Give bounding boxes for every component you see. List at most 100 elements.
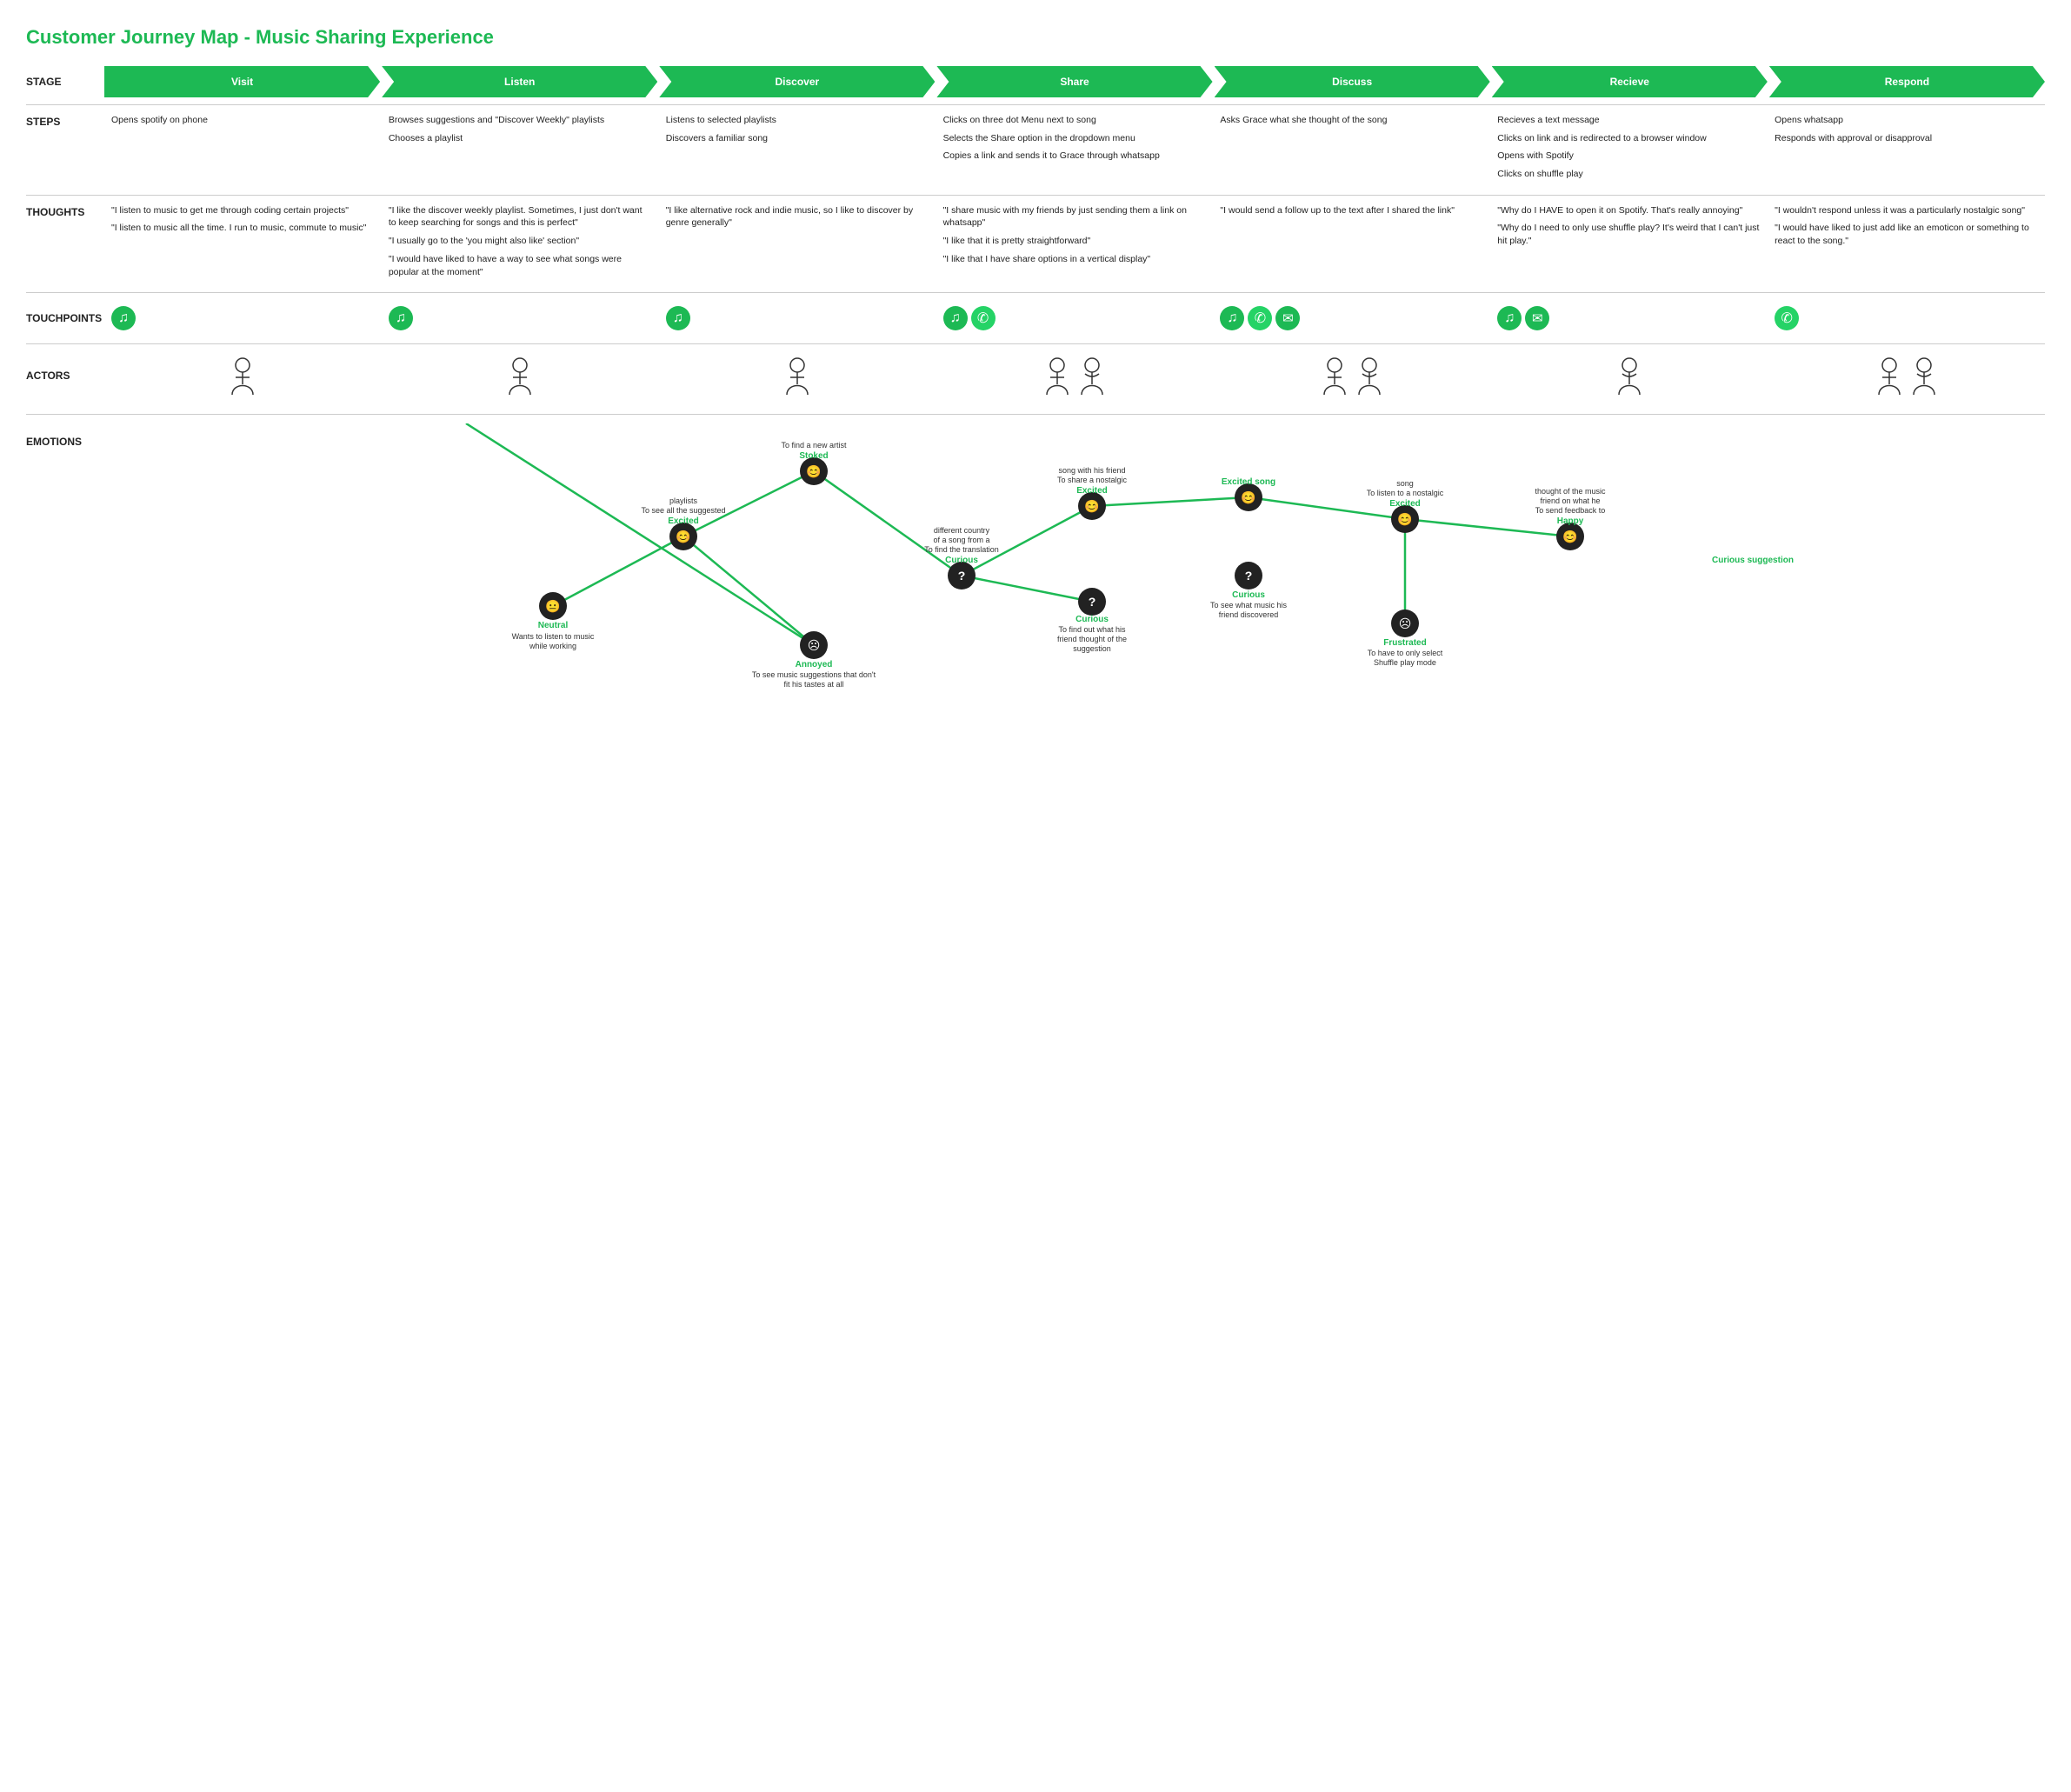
- steps-col-1: Opens spotify on phone: [104, 105, 382, 195]
- svg-text:To see what music his: To see what music his: [1210, 601, 1288, 610]
- svg-text:To send feedback to: To send feedback to: [1535, 506, 1606, 515]
- male-person-icon: [504, 356, 536, 395]
- male-person-icon: [227, 356, 258, 395]
- touchpoints-col-7: ✆: [1768, 303, 2045, 334]
- male-person-icon: [1042, 356, 1073, 395]
- svg-text:To have to only select: To have to only select: [1368, 649, 1443, 657]
- svg-text:song: song: [1396, 479, 1414, 488]
- female-person-icon: [1354, 356, 1385, 395]
- arrows-container: Visit Listen Discover Share Discuss Reci…: [104, 66, 2045, 97]
- whatsapp-icon: ✆: [971, 306, 996, 330]
- male-person-icon: [782, 356, 813, 395]
- svg-text:Happy: Happy: [1557, 516, 1584, 526]
- spotify-icon: ♫: [943, 306, 968, 330]
- spotify-icon: ♫: [389, 306, 413, 330]
- touchpoints-section: TOUCHPOINTS ♫ ♫ ♫ ♫ ✆ ♫ ✆ ✉ ♫ ✉ ✆: [26, 292, 2045, 343]
- svg-text:Excited: Excited: [668, 516, 699, 526]
- emotions-line-chart: 😐 😊 😊 ☹ ? 😊 ?: [104, 423, 2045, 702]
- svg-text:😊: 😊: [1241, 490, 1255, 504]
- actors-col-1: [104, 353, 382, 398]
- svg-text:😐: 😐: [545, 599, 560, 613]
- steps-col-5: Asks Grace what she thought of the song: [1213, 105, 1490, 195]
- svg-text:☹: ☹: [808, 638, 821, 652]
- svg-text:thought of the music: thought of the music: [1535, 487, 1606, 496]
- svg-text:of a song from a: of a song from a: [933, 536, 989, 544]
- imessage-icon: ✉: [1525, 306, 1549, 330]
- touchpoints-col-2: ♫: [382, 303, 659, 334]
- svg-text:Curious: Curious: [945, 556, 978, 565]
- journey-map: STAGE Visit Listen Discover Share Discus…: [26, 66, 2045, 704]
- female-person-icon: [1908, 356, 1940, 395]
- svg-text:Curious suggestion: Curious suggestion: [1712, 556, 1794, 565]
- stage-label: STAGE: [26, 76, 104, 88]
- svg-text:friend on what he: friend on what he: [1540, 496, 1600, 505]
- spotify-icon: ♫: [1220, 306, 1244, 330]
- touchpoints-col-6: ♫ ✉: [1490, 303, 1768, 334]
- actors-col-5: [1213, 353, 1490, 398]
- svg-text:To find a new artist: To find a new artist: [781, 441, 847, 450]
- svg-text:Curious: Curious: [1075, 615, 1109, 624]
- spotify-icon: ♫: [666, 306, 690, 330]
- actors-section: ACTORS: [26, 343, 2045, 407]
- svg-text:To find the translation: To find the translation: [924, 545, 999, 554]
- svg-text:😊: 😊: [1397, 512, 1412, 526]
- emotions-section: EMOTIONS 😐 😊 😊: [26, 414, 2045, 704]
- touchpoints-col-1: ♫: [104, 303, 382, 334]
- female-person-icon: [1614, 356, 1645, 395]
- spotify-icon: ♫: [111, 306, 136, 330]
- stage-discover: Discover: [659, 66, 935, 97]
- whatsapp-icon: ✆: [1248, 306, 1272, 330]
- svg-text:Excited song: Excited song: [1222, 477, 1275, 487]
- svg-text:suggestion: suggestion: [1073, 644, 1111, 653]
- steps-col-3: Listens to selected playlists Discovers …: [659, 105, 936, 195]
- svg-text:Excited: Excited: [1389, 499, 1421, 509]
- svg-text:😊: 😊: [1562, 530, 1577, 543]
- svg-text:playlists: playlists: [669, 496, 698, 505]
- female-person-icon: [1076, 356, 1108, 395]
- actors-col-4: [936, 353, 1214, 398]
- touchpoints-label: TOUCHPOINTS: [26, 302, 104, 335]
- stage-listen: Listen: [382, 66, 657, 97]
- thoughts-section: THOUGHTS "I listen to music to get me th…: [26, 195, 2045, 292]
- emotions-label: EMOTIONS: [26, 436, 82, 448]
- actors-col-7: [1768, 353, 2045, 398]
- actors-col-2: [382, 353, 659, 398]
- svg-text:😊: 😊: [806, 464, 821, 478]
- thoughts-col-6: "Why do I HAVE to open it on Spotify. Th…: [1490, 196, 1768, 292]
- svg-text:☹: ☹: [1399, 616, 1412, 630]
- thoughts-col-4: "I share music with my friends by just s…: [936, 196, 1214, 292]
- svg-text:Frustrated: Frustrated: [1383, 638, 1426, 648]
- stage-visit: Visit: [104, 66, 380, 97]
- svg-text:?: ?: [958, 569, 966, 583]
- svg-text:😊: 😊: [676, 530, 690, 543]
- thoughts-label: THOUGHTS: [26, 196, 104, 292]
- male-person-icon: [1319, 356, 1350, 395]
- svg-text:To share a nostalgic: To share a nostalgic: [1057, 476, 1128, 484]
- stage-share: Share: [936, 66, 1212, 97]
- touchpoints-col-5: ♫ ✆ ✉: [1213, 303, 1490, 334]
- actors-label: ACTORS: [26, 359, 104, 392]
- steps-col-2: Browses suggestions and "Discover Weekly…: [382, 105, 659, 195]
- steps-col-7: Opens whatsapp Responds with approval or…: [1768, 105, 2045, 195]
- svg-text:To listen to a nostalgic: To listen to a nostalgic: [1367, 489, 1444, 497]
- touchpoints-col-4: ♫ ✆: [936, 303, 1214, 334]
- imessage-icon: ✉: [1275, 306, 1300, 330]
- thoughts-col-2: "I like the discover weekly playlist. So…: [382, 196, 659, 292]
- svg-text:Wants to listen to music: Wants to listen to music: [512, 632, 595, 641]
- svg-text:Curious: Curious: [1232, 590, 1265, 600]
- svg-text:?: ?: [1089, 595, 1096, 609]
- svg-text:Stoked: Stoked: [799, 451, 828, 461]
- svg-text:friend thought of the: friend thought of the: [1057, 635, 1127, 643]
- page-title: Customer Journey Map - Music Sharing Exp…: [26, 26, 2045, 49]
- svg-text:Annoyed: Annoyed: [796, 660, 833, 670]
- svg-text:song with his friend: song with his friend: [1058, 466, 1125, 475]
- steps-col-6: Recieves a text message Clicks on link a…: [1490, 105, 1768, 195]
- male-person-icon: [1874, 356, 1905, 395]
- svg-text:while working: while working: [529, 642, 576, 650]
- steps-col-4: Clicks on three dot Menu next to song Se…: [936, 105, 1214, 195]
- stage-recieve: Recieve: [1492, 66, 1768, 97]
- emotions-chart: 😐 😊 😊 ☹ ? 😊 ?: [104, 423, 2045, 704]
- thoughts-col-1: "I listen to music to get me through cod…: [104, 196, 382, 292]
- stage-discuss: Discuss: [1215, 66, 1490, 97]
- steps-section: STEPS Opens spotify on phone Browses sug…: [26, 104, 2045, 195]
